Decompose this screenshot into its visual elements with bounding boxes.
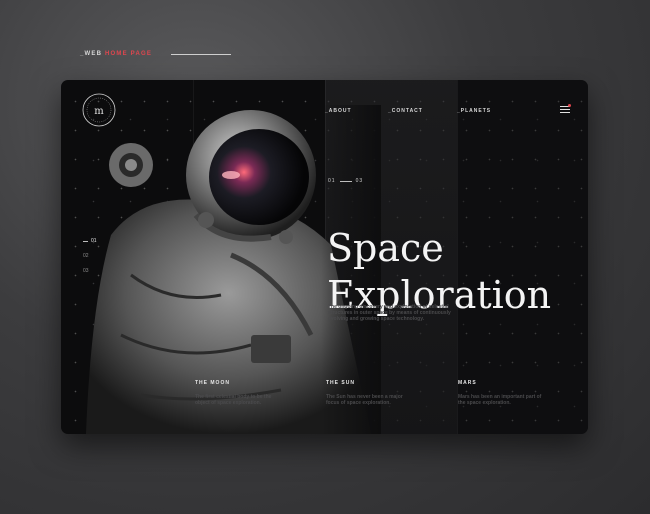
feature-heading: THE MOON bbox=[195, 380, 230, 386]
feature-text: Mars has been an important part of the s… bbox=[458, 394, 542, 406]
nav-contact[interactable]: _CONTACT bbox=[388, 108, 423, 114]
breadcrumb-current: HOME PAGE bbox=[105, 51, 153, 57]
counter-current: 01 bbox=[328, 178, 336, 184]
hero-title-line1: Space bbox=[327, 226, 444, 271]
breadcrumb-prefix: _WEB bbox=[80, 51, 103, 57]
counter-total: 03 bbox=[355, 178, 364, 184]
website-mockup: m _ABOUT _CONTACT _PLANETS 01 03 Space E… bbox=[61, 80, 588, 434]
breadcrumb-divider bbox=[171, 54, 231, 55]
nav-planets[interactable]: _PLANETS bbox=[457, 108, 491, 114]
breadcrumb: _WEB HOME PAGE bbox=[80, 51, 152, 57]
feature-sun[interactable]: THE SUN The Sun has never been a major f… bbox=[326, 380, 416, 406]
feature-text: The Sun has never been a major focus of … bbox=[326, 394, 403, 406]
feature-heading: THE SUN bbox=[326, 380, 355, 386]
feature-moon[interactable]: THE MOON The first celestial body to be … bbox=[195, 380, 285, 406]
logo-monogram: m bbox=[94, 106, 104, 117]
nav-about[interactable]: _ABOUT bbox=[325, 108, 352, 114]
brand-logo[interactable]: m bbox=[79, 90, 119, 130]
pager-item-3[interactable]: 03 bbox=[83, 268, 97, 274]
counter-divider bbox=[339, 180, 352, 182]
pager-item-2[interactable]: 02 bbox=[83, 253, 97, 259]
feature-heading: MARS bbox=[458, 380, 477, 386]
feature-mars[interactable]: MARS Mars has been an important part of … bbox=[458, 380, 548, 406]
hamburger-menu-icon[interactable] bbox=[560, 104, 571, 114]
feature-text: The first celestial body to be the objec… bbox=[195, 394, 272, 406]
hero-description: The ongoing discovery and exploration of… bbox=[328, 304, 451, 322]
pager-item-1[interactable]: 01 bbox=[83, 238, 97, 244]
slide-pager: 01 02 03 bbox=[83, 238, 97, 283]
slide-counter: 01 03 bbox=[328, 178, 363, 184]
notification-dot bbox=[568, 104, 571, 107]
